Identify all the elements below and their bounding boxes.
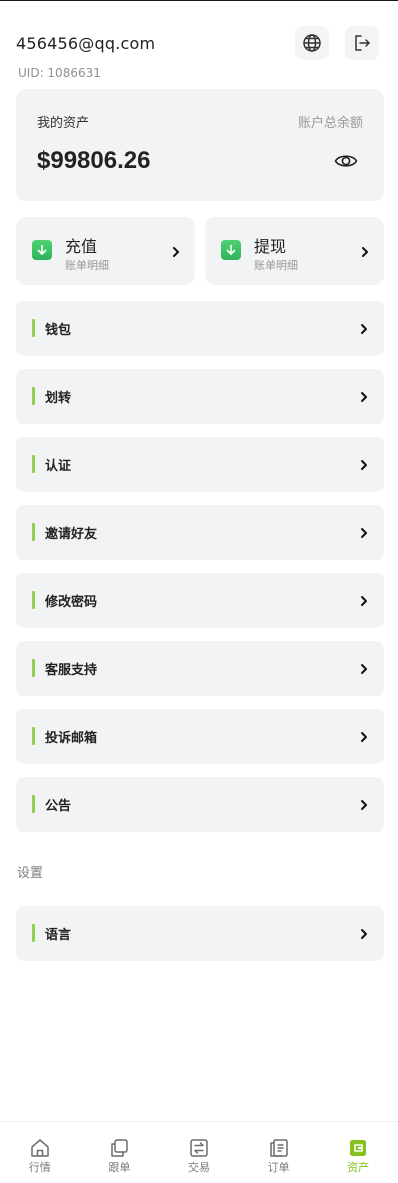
asset-card: 我的资产 账户总余额 $99806.26: [16, 89, 384, 201]
exchange-icon: [190, 1139, 208, 1157]
top-border: [0, 0, 398, 1]
account-uid: UID: 1086631: [18, 66, 101, 80]
download-arrow-icon: [221, 240, 241, 260]
chevron-right-icon: [362, 247, 368, 257]
recharge-card[interactable]: 充值 账单明细: [16, 217, 195, 285]
menu-item-label: 修改密码: [45, 595, 98, 610]
menu-item-label: 划转: [45, 391, 72, 406]
recharge-sub: 账单明细: [65, 259, 109, 272]
chevron-right-icon: [361, 800, 367, 810]
withdraw-card[interactable]: 提现 账单明细: [205, 217, 384, 285]
menu-item-verification[interactable]: 认证: [16, 437, 384, 492]
total-balance-amount: $99806.26: [37, 147, 151, 174]
menu-item-label: 认证: [45, 459, 72, 474]
tab-label: 行情: [28, 1161, 51, 1174]
tab-assets[interactable]: 资产: [318, 1122, 398, 1183]
menu-item-invite-friends[interactable]: 邀请好友: [16, 505, 384, 560]
menu-item-announcements[interactable]: 公告: [16, 777, 384, 832]
menu-item-label: 公告: [45, 799, 72, 814]
tab-label: 跟单: [108, 1161, 131, 1174]
globe-icon: [303, 34, 321, 52]
menu-item-label: 投诉邮箱: [45, 731, 98, 746]
tab-trade[interactable]: 交易: [159, 1122, 239, 1183]
menu-item-label: 钱包: [45, 323, 72, 338]
language-button[interactable]: [295, 26, 329, 60]
menu-item-complaint-email[interactable]: 投诉邮箱: [16, 709, 384, 764]
tab-market[interactable]: 行情: [0, 1122, 80, 1183]
copy-icon: [111, 1139, 129, 1157]
chevron-right-icon: [361, 929, 367, 939]
accent-bar: [32, 659, 35, 677]
withdraw-label: 提现: [254, 237, 287, 256]
account-header: 456456@qq.com UID: 1086631: [16, 26, 382, 82]
wallet-icon: [350, 1140, 367, 1156]
menu-item-label: 邀请好友: [45, 527, 98, 542]
chevron-right-icon: [361, 460, 367, 470]
accent-bar: [32, 795, 35, 813]
logout-button[interactable]: [345, 26, 379, 60]
tab-label: 交易: [187, 1161, 210, 1174]
menu-item-label: 语言: [45, 928, 72, 943]
tab-orders[interactable]: 订单: [239, 1122, 319, 1183]
bottom-tab-bar: 行情 跟单 交易 订单 资产: [0, 1121, 398, 1183]
tab-copy-trade[interactable]: 跟单: [80, 1122, 160, 1183]
menu-item-customer-support[interactable]: 客服支持: [16, 641, 384, 696]
accent-bar: [32, 319, 35, 337]
chevron-right-icon: [361, 392, 367, 402]
total-balance-label: 账户总余额: [297, 116, 363, 131]
logout-icon: [355, 35, 370, 51]
accent-bar: [32, 591, 35, 609]
eye-icon[interactable]: [334, 151, 358, 171]
chevron-right-icon: [361, 596, 367, 606]
account-email: 456456@qq.com: [16, 34, 156, 53]
menu-item-wallet[interactable]: 钱包: [16, 301, 384, 356]
chevron-right-icon: [361, 324, 367, 334]
recharge-label: 充值: [65, 237, 98, 256]
accent-bar: [32, 523, 35, 541]
chevron-right-icon: [173, 247, 179, 257]
settings-section-title: 设置: [17, 866, 44, 881]
accent-bar: [32, 924, 35, 942]
home-icon: [31, 1139, 49, 1157]
menu-item-label: 客服支持: [45, 663, 98, 678]
asset-title: 我的资产: [37, 116, 90, 131]
menu-item-transfer[interactable]: 划转: [16, 369, 384, 424]
menu-item-change-password[interactable]: 修改密码: [16, 573, 384, 628]
tab-label: 资产: [347, 1161, 370, 1174]
accent-bar: [32, 387, 35, 405]
download-arrow-icon: [32, 240, 52, 260]
chevron-right-icon: [361, 664, 367, 674]
chevron-right-icon: [361, 528, 367, 538]
accent-bar: [32, 455, 35, 473]
order-icon: [269, 1139, 288, 1157]
accent-bar: [32, 727, 35, 745]
menu-item-language[interactable]: 语言: [16, 906, 384, 961]
chevron-right-icon: [361, 732, 367, 742]
withdraw-sub: 账单明细: [254, 259, 298, 272]
tab-label: 订单: [267, 1161, 290, 1174]
